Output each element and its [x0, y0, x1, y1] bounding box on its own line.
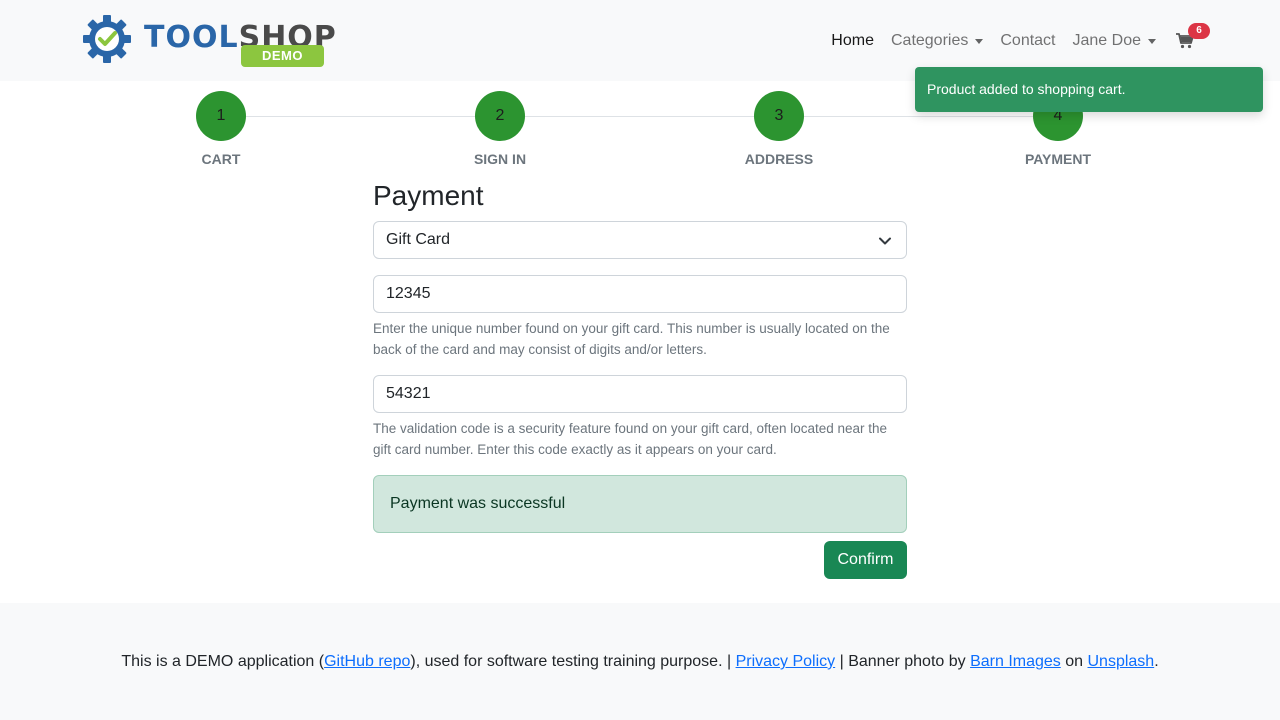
caret-down-icon	[975, 39, 984, 44]
step-sign-in: 2 SIGN IN	[430, 91, 570, 167]
payment-method-value: Gift Card	[386, 231, 451, 248]
footer-text-part: on	[1060, 653, 1088, 670]
step-cart: 1 CART	[151, 91, 291, 167]
footer-text: This is a DEMO application (GitHub repo)…	[0, 653, 1280, 671]
step-label: SIGN IN	[473, 151, 527, 167]
gift-card-number-help: Enter the unique number found on your gi…	[373, 321, 890, 357]
nav-categories-label: Categories	[890, 32, 969, 49]
chevron-down-icon	[879, 237, 891, 245]
gift-card-number-input[interactable]: 12345	[373, 275, 907, 313]
payment-success-alert: Payment was successful	[373, 475, 907, 533]
barn-images-link[interactable]: Barn Images	[970, 653, 1061, 670]
step-address: 3 ADDRESS	[709, 91, 849, 167]
nav-home-link[interactable]: Home	[831, 32, 874, 50]
steps-progress-line	[221, 116, 1059, 117]
step-label: PAYMENT	[1024, 151, 1092, 167]
caret-down-icon	[1148, 39, 1156, 44]
unsplash-link[interactable]: Unsplash	[1087, 653, 1154, 670]
page-title: Payment	[373, 180, 484, 211]
step-number: 1	[196, 91, 246, 141]
confirm-button[interactable]: Confirm	[824, 541, 907, 579]
step-label: CART	[201, 151, 241, 167]
footer-text-part: This is a DEMO application (	[121, 653, 325, 670]
cart-count-badge: 6	[1188, 23, 1210, 39]
toast-notification[interactable]: Product added to shopping cart.	[915, 67, 1263, 112]
footer: This is a DEMO application (GitHub repo)…	[0, 603, 1280, 720]
privacy-policy-link[interactable]: Privacy Policy	[736, 653, 836, 670]
payment-method-select[interactable]: Gift Card	[373, 221, 907, 259]
nav-user-menu[interactable]: Jane Doe	[1072, 32, 1156, 50]
footer-text-part: | Banner photo by	[835, 653, 971, 670]
footer-text-part: .	[1154, 653, 1159, 670]
main-nav: Home Categories Contact Jane Doe 6	[814, 23, 1210, 53]
logo-demo-badge: DEMO	[241, 45, 324, 67]
step-number: 3	[754, 91, 804, 141]
footer-text-part: ), used for software testing training pu…	[410, 653, 736, 670]
validation-code-input[interactable]: 54321	[373, 375, 907, 413]
nav-contact-link[interactable]: Contact	[1000, 32, 1055, 50]
nav-user-label: Jane Doe	[1072, 32, 1142, 49]
gear-check-icon	[83, 15, 131, 63]
nav-categories-dropdown[interactable]: Categories	[890, 32, 984, 50]
validation-code-help: The validation code is a security featur…	[373, 421, 888, 457]
step-label: ADDRESS	[744, 151, 814, 167]
github-repo-link[interactable]: GitHub repo	[324, 653, 410, 670]
step-number: 2	[475, 91, 525, 141]
toolshop-logo[interactable]: TOOLSHOP DEMO	[82, 12, 336, 70]
cart-link[interactable]: 6	[1176, 23, 1210, 53]
